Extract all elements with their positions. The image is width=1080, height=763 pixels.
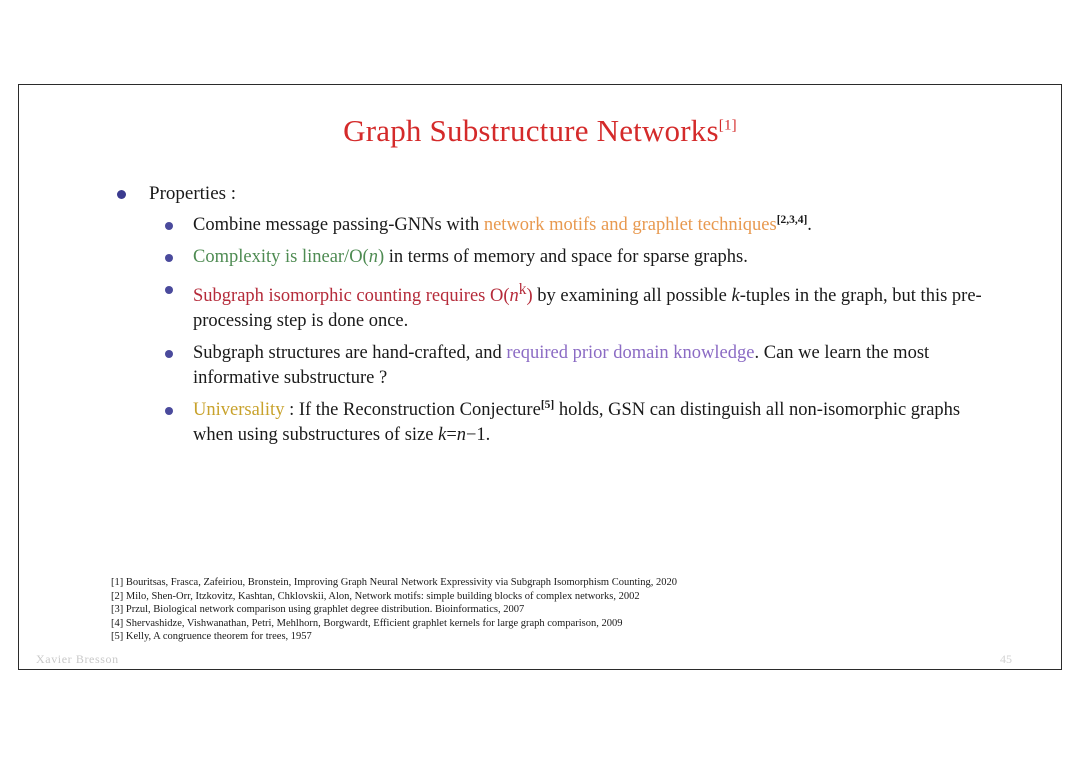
slide-content: Properties : Combine message passing-GNN… (111, 181, 991, 455)
author-footer: Xavier Bresson (36, 652, 119, 666)
bullet-dot-icon (165, 350, 173, 359)
page-title-reference: [1] (718, 117, 737, 134)
page-title: Graph Substructure Networks[1] (19, 113, 1061, 149)
list-item: Combine message passing-GNNs with networ… (156, 213, 991, 238)
references-list: [1] Bouritsas, Frasca, Zafeiriou, Bronst… (111, 576, 677, 644)
properties-label: Properties : (149, 183, 237, 204)
bullet-dot-icon (165, 407, 173, 416)
list-item-text: Complexity is linear/O(n) in terms of me… (193, 247, 748, 267)
list-item-text: Subgraph isomorphic counting requires O(… (193, 281, 982, 332)
list-item: Subgraph structures are hand-crafted, an… (156, 341, 991, 391)
bullet-dot-icon (117, 190, 126, 199)
bullet-dot-icon (165, 286, 173, 294)
list-item-text: Combine message passing-GNNs with networ… (193, 213, 812, 235)
slide-frame: Graph Substructure Networks[1] Propertie… (18, 84, 1062, 670)
reference-item: [5] Kelly, A congruence theorem for tree… (111, 631, 312, 643)
list-item-text: Universality : If the Reconstruction Con… (193, 399, 961, 446)
list-item-text: Subgraph structures are hand-crafted, an… (193, 343, 930, 389)
reference-item: [3] Przul, Biological network comparison… (111, 604, 525, 616)
bullet-dot-icon (165, 222, 173, 230)
page-title-text: Graph Substructure Networks (343, 113, 719, 148)
reference-item: [4] Shervashidze, Vishwanathan, Petri, M… (111, 617, 623, 629)
list-item: Complexity is linear/O(n) in terms of me… (156, 245, 991, 270)
reference-item: [2] Milo, Shen-Orr, Itzkovitz, Kashtan, … (111, 590, 640, 602)
reference-item: [1] Bouritsas, Frasca, Zafeiriou, Bronst… (111, 577, 678, 588)
properties-bullet: Properties : (111, 181, 991, 207)
properties-sublist: Combine message passing-GNNs with networ… (156, 213, 991, 448)
list-item: Subgraph isomorphic counting requires O(… (156, 277, 991, 334)
list-item: Universality : If the Reconstruction Con… (156, 398, 991, 448)
bullet-dot-icon (165, 254, 173, 262)
page-number: 45 (1000, 652, 1012, 666)
